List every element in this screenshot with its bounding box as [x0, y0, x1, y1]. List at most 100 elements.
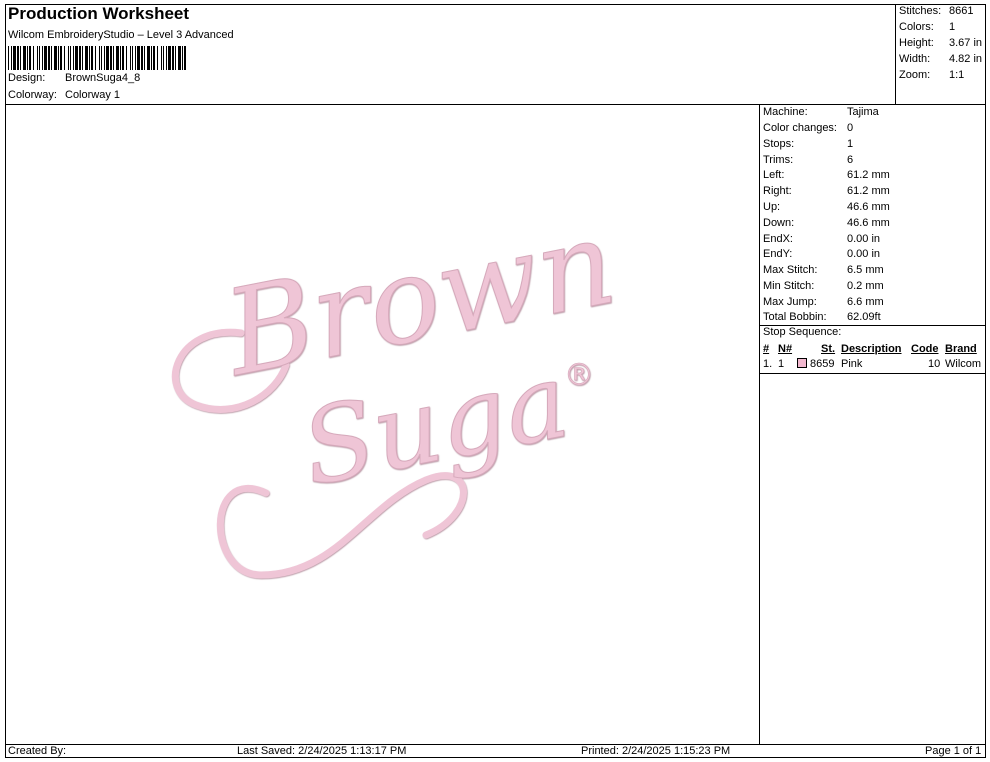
design-artwork: Brown Suga ®: [171, 192, 626, 579]
barcode-bar: [106, 46, 109, 70]
barcode-bar: [144, 46, 145, 70]
barcode-bar: [42, 46, 43, 70]
barcode-bar: [122, 46, 124, 70]
barcode-bar: [20, 46, 21, 70]
barcode-bar: [64, 46, 65, 70]
info-row: Down: 46.6 mm: [763, 217, 890, 229]
barcode-bar: [85, 46, 88, 70]
footer-divider: [5, 744, 986, 745]
barcode-bar: [113, 46, 114, 70]
barcode-bar: [60, 46, 62, 70]
created-by: Created By:: [8, 745, 67, 757]
design-label: Design:: [8, 72, 46, 84]
barcode-bar: [68, 46, 69, 70]
barcode-bar: [151, 46, 152, 70]
barcode-bar: [172, 46, 174, 70]
col-header-stitches: St.: [821, 343, 836, 355]
col-header-needle: N#: [778, 343, 793, 355]
barcode-bar: [147, 46, 150, 70]
barcode-bar: [27, 46, 28, 70]
barcode-bar: [130, 46, 131, 70]
barcode-bar: [91, 46, 93, 70]
barcode-bar: [29, 46, 31, 70]
barcode-bar: [75, 46, 78, 70]
barcode: [8, 46, 186, 70]
barcode-bar: [168, 46, 171, 70]
printed-date: Printed: 2/24/2025 1:15:23 PM: [581, 745, 731, 757]
barcode-bar: [11, 46, 12, 70]
info-row: Color changes: 0: [763, 122, 854, 134]
stop-row-stitches: 8659: [810, 358, 835, 370]
barcode-bar: [13, 46, 16, 70]
info-row: EndY: 0.00 in: [763, 248, 881, 260]
design-preview: Brown Suga ®: [6, 105, 759, 744]
stat-row: Height: 3.67 in: [899, 37, 983, 49]
barcode-bar: [99, 46, 100, 70]
stop-sequence-title: Stop Sequence:: [763, 326, 842, 338]
barcode-bar: [23, 46, 26, 70]
barcode-bar: [33, 46, 34, 70]
stat-row: Width: 4.82 in: [899, 53, 983, 65]
barcode-bar: [39, 46, 40, 70]
stop-row-needle: 1: [778, 358, 785, 370]
col-header-code: Code: [911, 343, 939, 355]
barcode-bar: [135, 46, 136, 70]
info-row: Right: 61.2 mm: [763, 185, 890, 197]
stop-sequence-bottom-divider: [760, 373, 986, 374]
worksheet-header: Production Worksheet Wilcom EmbroiderySt…: [5, 4, 895, 104]
barcode-bar: [153, 46, 155, 70]
barcode-bar: [58, 46, 59, 70]
stat-row: Stitches: 8661: [899, 5, 974, 17]
info-row: Left: 61.2 mm: [763, 169, 890, 181]
info-row: Trims: 6: [763, 154, 854, 166]
sidebar-divider: [759, 104, 760, 744]
colorway-row: Colorway: Colorway 1: [8, 89, 120, 101]
barcode-bar: [48, 46, 50, 70]
barcode-bar: [104, 46, 105, 70]
barcode-bar: [82, 46, 83, 70]
page-title: Production Worksheet: [8, 4, 190, 23]
color-swatch: [797, 358, 807, 368]
stop-row-brand: Wilcom: [945, 358, 982, 370]
barcode-bar: [178, 46, 181, 70]
barcode-bar: [37, 46, 38, 70]
barcode-bar: [184, 46, 186, 70]
barcode-bar: [132, 46, 133, 70]
barcode-bar: [110, 46, 112, 70]
col-header-description: Description: [841, 343, 902, 355]
design-row: Design: BrownSuga4_8: [8, 72, 140, 84]
info-row: Min Stitch: 0.2 mm: [763, 280, 884, 292]
software-name: Wilcom EmbroideryStudio – Level 3 Advanc…: [8, 29, 234, 41]
registered-mark: ®: [564, 358, 594, 393]
info-row: Total Bobbin: 62.09ft: [763, 311, 881, 323]
info-row: Machine: Tajima: [763, 106, 879, 118]
barcode-bar: [73, 46, 74, 70]
embroidery-design: Brown Suga ®: [171, 192, 626, 579]
stop-row-code: 10: [928, 358, 941, 370]
col-header-brand: Brand: [945, 343, 977, 355]
barcode-bar: [120, 46, 121, 70]
barcode-bar: [175, 46, 176, 70]
info-row: Max Jump: 6.6 mm: [763, 296, 884, 308]
page-number: Page 1 of 1: [925, 745, 982, 757]
info-row: EndX: 0.00 in: [763, 233, 881, 245]
colorway-value: Colorway 1: [65, 89, 121, 101]
design-value: BrownSuga4_8: [65, 72, 141, 84]
barcode-bar: [95, 46, 96, 70]
barcode-bar: [137, 46, 140, 70]
stat-row: Colors: 1: [899, 21, 956, 33]
barcode-bar: [126, 46, 127, 70]
stat-row: Zoom: 1:1: [899, 69, 965, 81]
barcode-bar: [166, 46, 167, 70]
stop-row-description: Pink: [841, 358, 863, 370]
barcode-bar: [44, 46, 47, 70]
barcode-bar: [51, 46, 52, 70]
barcode-bar: [116, 46, 119, 70]
colorway-label: Colorway:: [8, 89, 57, 101]
barcode-bar: [54, 46, 57, 70]
barcode-bar: [79, 46, 81, 70]
info-row: Max Stitch: 6.5 mm: [763, 264, 884, 276]
stop-row-index: 1.: [763, 358, 773, 370]
last-saved: Last Saved: 2/24/2025 1:13:17 PM: [237, 745, 407, 757]
info-row: Stops: 1: [763, 138, 854, 150]
